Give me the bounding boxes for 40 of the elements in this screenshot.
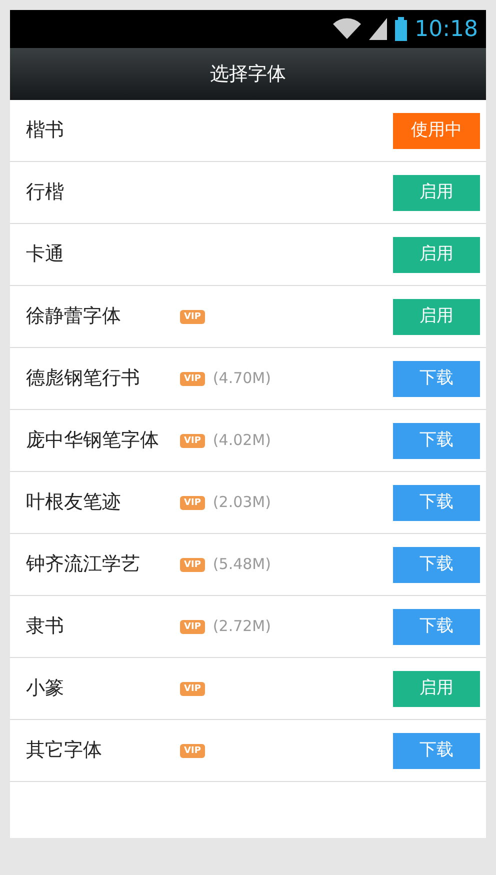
font-name: 德彪钢笔行书 — [26, 366, 141, 392]
vip-badge: VIP — [180, 620, 205, 634]
signal-icon — [368, 18, 387, 40]
clock: 10:18 — [414, 16, 478, 44]
font-action-button[interactable]: 启用 — [393, 670, 480, 706]
font-name: 庞中华钢笔字体 — [26, 428, 160, 454]
font-action-button[interactable]: 启用 — [393, 236, 480, 272]
font-action-button[interactable]: 下载 — [393, 484, 480, 520]
font-action-button[interactable]: 启用 — [393, 298, 480, 334]
file-size: (5.48M) — [212, 554, 271, 576]
file-size: (2.72M) — [212, 616, 271, 638]
window-title: 选择字体 — [210, 62, 286, 87]
font-name: 楷书 — [26, 118, 65, 144]
vip-badge: VIP — [180, 558, 205, 572]
font-name: 徐静蕾字体 — [26, 304, 122, 330]
vip-badge: VIP — [180, 372, 205, 386]
file-size: (4.70M) — [212, 368, 271, 390]
vip-badge: VIP — [180, 744, 205, 758]
font-name: 隶书 — [26, 614, 65, 640]
font-name: 钟齐流江学艺 — [26, 552, 141, 578]
file-size: (4.02M) — [212, 430, 271, 452]
battery-icon — [394, 17, 407, 41]
font-action-button[interactable]: 启用 — [393, 174, 480, 210]
font-name: 叶根友笔迹 — [26, 490, 122, 516]
font-action-button[interactable]: 下载 — [393, 732, 480, 768]
font-name: 行楷 — [26, 180, 65, 206]
file-size: (2.03M) — [212, 492, 271, 514]
font-action-button[interactable]: 使用中 — [393, 112, 480, 148]
vip-badge: VIP — [180, 496, 205, 510]
font-action-button[interactable]: 下载 — [393, 608, 480, 644]
font-action-button[interactable]: 下载 — [393, 422, 480, 458]
font-name: 其它字体 — [26, 738, 103, 764]
font-name: 小篆 — [26, 676, 65, 702]
vip-badge: VIP — [180, 434, 205, 448]
vip-badge: VIP — [180, 310, 205, 324]
font-action-button[interactable]: 下载 — [393, 360, 480, 396]
wifi-icon — [332, 18, 361, 40]
font-action-button[interactable]: 下载 — [393, 546, 480, 582]
font-name: 卡通 — [26, 242, 65, 268]
vip-badge: VIP — [180, 682, 205, 696]
